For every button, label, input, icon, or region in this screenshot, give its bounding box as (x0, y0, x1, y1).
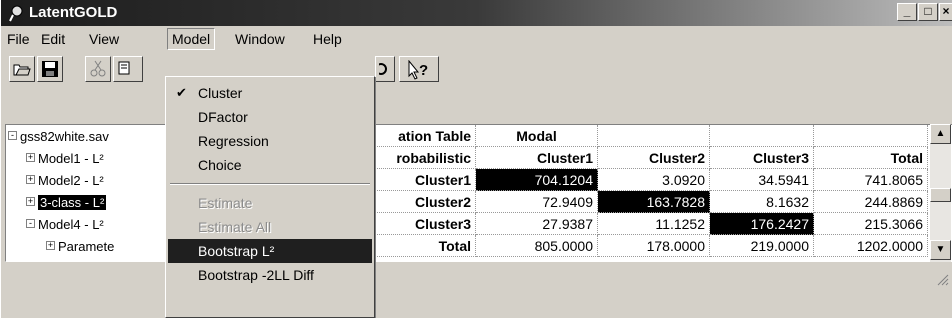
model-menu-dropdown: ✔ Cluster DFactor Regression Choice Esti… (165, 76, 375, 318)
table-cell[interactable]: 704.1204 (476, 169, 598, 191)
table-cell[interactable]: 244.8869 (814, 191, 928, 213)
save-button[interactable] (37, 56, 63, 82)
menu-item-label: Cluster (198, 85, 243, 101)
table-column-header: Cluster3 (710, 147, 814, 169)
table-cell[interactable]: 805.0000 (476, 235, 598, 257)
table-cell[interactable]: 163.7828 (598, 191, 710, 213)
table-cell[interactable]: 219.0000 (710, 235, 814, 257)
table-cell[interactable]: 11.1252 (598, 213, 710, 235)
menu-item-regression[interactable]: Regression (168, 129, 372, 153)
maximize-button[interactable]: □ (918, 3, 938, 21)
help-question-mark: ? (419, 62, 428, 79)
menu-item-dfactor[interactable]: DFactor (168, 105, 372, 129)
menu-view[interactable]: View (85, 28, 123, 50)
menu-edit[interactable]: Edit (37, 28, 69, 50)
open-icon (13, 64, 31, 76)
tree-item-label[interactable]: Model2 - L² (38, 173, 104, 188)
scroll-down-button[interactable]: ▼ (930, 240, 951, 260)
close-button[interactable]: × (939, 3, 952, 21)
table-column-header: Cluster2 (598, 147, 710, 169)
status-bar (1, 262, 952, 290)
table-cell[interactable]: 176.2427 (710, 213, 814, 235)
print-preview-icon (379, 63, 387, 75)
table-cell-empty (814, 125, 928, 147)
tree-collapse-toggle[interactable]: - (8, 131, 17, 140)
menu-item-cluster[interactable]: ✔ Cluster (168, 81, 372, 105)
scroll-thumb[interactable] (930, 188, 951, 202)
checkmark-icon: ✔ (176, 85, 187, 100)
copy-icon (118, 61, 130, 75)
table-cell[interactable]: 27.9387 (476, 213, 598, 235)
scroll-up-button[interactable]: ▲ (930, 124, 951, 144)
resize-grip-icon[interactable] (937, 274, 949, 286)
tree-expand-toggle[interactable]: + (26, 175, 35, 184)
table-row-label: Cluster2 (368, 191, 476, 213)
menu-item-choice[interactable]: Choice (168, 153, 372, 177)
tree-expand-toggle[interactable]: + (46, 241, 55, 250)
title-bar: LatentGOLD _ □ × (1, 0, 952, 26)
context-help-icon: ? (408, 60, 428, 80)
tree-collapse-toggle[interactable]: - (26, 219, 35, 228)
table-cell[interactable]: 3.0920 (598, 169, 710, 191)
vertical-scrollbar[interactable]: ▲ ▼ (930, 124, 951, 262)
menu-model[interactable]: Model (167, 28, 216, 50)
table-row-label: Cluster1 (368, 169, 476, 191)
table-cell-empty (710, 125, 814, 147)
app-logo-icon (9, 5, 23, 22)
menu-file[interactable]: File (3, 28, 34, 50)
tree-item-label[interactable]: Paramete (58, 239, 114, 254)
menu-separator (170, 183, 370, 185)
toolbar: ? (1, 54, 952, 124)
menu-help[interactable]: Help (309, 28, 346, 50)
tree-expand-toggle[interactable]: + (26, 153, 35, 162)
table-cell[interactable]: 1202.0000 (814, 235, 928, 257)
table-cell[interactable]: 72.9409 (476, 191, 598, 213)
tree-item-label[interactable]: Model4 - L² (38, 217, 104, 232)
table-header-probabilistic: robabilistic (368, 147, 476, 169)
tree-item-label[interactable]: Model1 - L² (38, 151, 104, 166)
minimize-button[interactable]: _ (897, 3, 917, 21)
table-column-header: Cluster1 (476, 147, 598, 169)
context-help-button[interactable]: ? (399, 56, 439, 82)
toolbar-button-partial[interactable] (375, 56, 395, 82)
save-icon (42, 61, 58, 77)
menu-item-bootstrap-l2[interactable]: Bootstrap L² (168, 239, 372, 263)
open-button[interactable] (9, 56, 35, 82)
table-header-title: ation Table (368, 125, 476, 147)
classification-table: ation Table Modal robabilistic Cluster1 … (367, 124, 952, 262)
menu-item-bootstrap-2ll-diff[interactable]: Bootstrap -2LL Diff (168, 263, 372, 287)
table-cell[interactable]: 741.8065 (814, 169, 928, 191)
cut-button[interactable] (85, 56, 111, 82)
table-row-label: Cluster3 (368, 213, 476, 235)
table-cell[interactable]: 178.0000 (598, 235, 710, 257)
menu-item-estimate-all[interactable]: Estimate All (168, 215, 372, 239)
copy-button[interactable] (113, 56, 143, 82)
menu-item-estimate[interactable]: Estimate (168, 191, 372, 215)
menu-window[interactable]: Window (231, 28, 289, 50)
tree-expand-toggle[interactable]: + (26, 197, 35, 206)
table-header-modal: Modal (476, 125, 598, 147)
table-cell[interactable]: 8.1632 (710, 191, 814, 213)
app-window: LatentGOLD _ □ × File Edit View Model Wi… (0, 0, 952, 318)
table-column-header: Total (814, 147, 928, 169)
tree-item-label[interactable]: 3-class - L² (38, 195, 107, 210)
menu-bar: File Edit View Model Window Help (1, 28, 952, 50)
cut-icon (90, 60, 106, 77)
tree-root-label[interactable]: gss82white.sav (20, 129, 109, 144)
table-cell-empty (598, 125, 710, 147)
table-cell[interactable]: 215.3066 (814, 213, 928, 235)
table-row-label: Total (368, 235, 476, 257)
table-cell[interactable]: 34.5941 (710, 169, 814, 191)
window-title: LatentGOLD (29, 4, 118, 21)
